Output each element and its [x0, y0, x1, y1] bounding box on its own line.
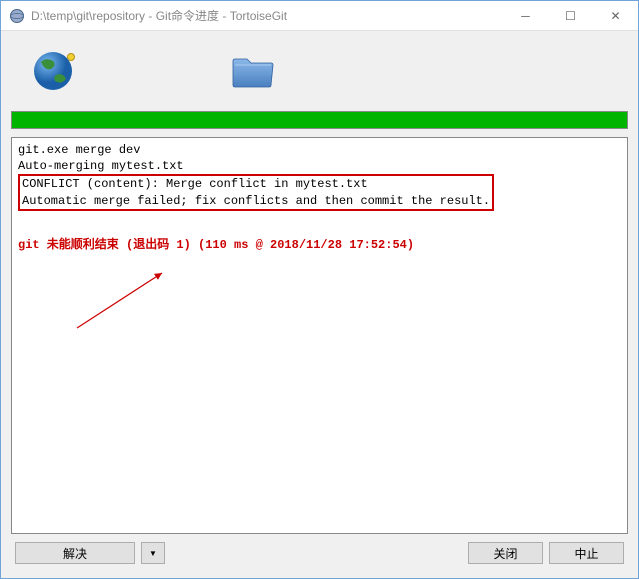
maximize-button[interactable]: ☐ [548, 1, 593, 30]
minimize-button[interactable]: ─ [503, 1, 548, 30]
log-line: git.exe merge dev [18, 142, 621, 158]
titlebar[interactable]: D:\temp\git\repository - Git命令进度 - Torto… [1, 1, 638, 31]
log-line: Automatic merge failed; fix conflicts an… [22, 193, 490, 209]
icons-row [11, 41, 628, 101]
dialog-content: git.exe merge dev Auto-merging mytest.tx… [1, 31, 638, 578]
close-window-button[interactable]: ✕ [593, 1, 638, 30]
dialog-window: D:\temp\git\repository - Git命令进度 - Torto… [0, 0, 639, 579]
close-button[interactable]: 关闭 [468, 542, 543, 564]
window-controls: ─ ☐ ✕ [503, 1, 638, 30]
log-line: CONFLICT (content): Merge conflict in my… [22, 176, 490, 192]
log-output[interactable]: git.exe merge dev Auto-merging mytest.tx… [11, 137, 628, 534]
app-icon [9, 8, 25, 24]
log-line: Auto-merging mytest.txt [18, 158, 621, 174]
window-title: D:\temp\git\repository - Git命令进度 - Torto… [31, 7, 503, 24]
button-row: 解决 ▼ 关闭 中止 [11, 534, 628, 568]
conflict-highlight: CONFLICT (content): Merge conflict in my… [18, 174, 494, 210]
annotation-arrow-icon [72, 268, 192, 338]
folder-icon [229, 51, 277, 91]
chevron-down-icon: ▼ [149, 549, 157, 558]
globe-icon [31, 47, 79, 95]
error-line: git 未能顺利结束 (退出码 1) (110 ms @ 2018/11/28 … [18, 237, 621, 253]
resolve-dropdown-button[interactable]: ▼ [141, 542, 165, 564]
abort-button[interactable]: 中止 [549, 542, 624, 564]
progress-bar [11, 111, 628, 129]
resolve-button[interactable]: 解决 [15, 542, 135, 564]
